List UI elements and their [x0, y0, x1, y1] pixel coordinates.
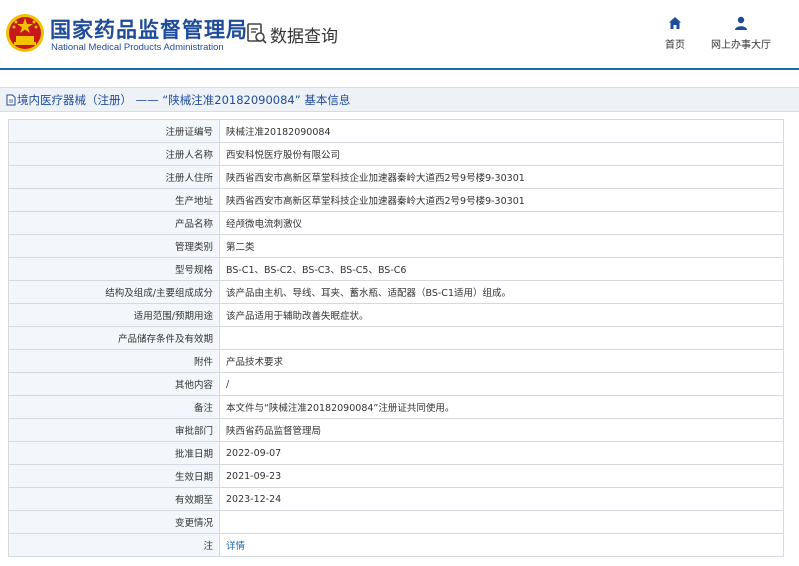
field-value: 该产品适用于辅助改善失眠症状。: [219, 303, 784, 327]
field-value: /: [219, 372, 784, 396]
section-title-bar: 境内医疗器械（注册） —— “陕械注准20182090084” 基本信息: [0, 87, 799, 112]
field-label: 型号规格: [8, 257, 220, 281]
field-value: 2022-09-07: [219, 441, 784, 465]
table-row: 审批部门 陕西省药品监督管理局: [8, 418, 784, 442]
table-row: 生效日期 2021-09-23: [8, 464, 784, 488]
table-row: 变更情况: [8, 510, 784, 534]
document-icon: [6, 94, 16, 106]
field-label: 审批部门: [8, 418, 220, 442]
table-row: 注册人名称 西安科悦医疗股份有限公司: [8, 142, 784, 166]
org-name-en: National Medical Products Administration: [51, 42, 224, 53]
field-label: 注册证编号: [8, 119, 220, 143]
nav-home[interactable]: 首页: [660, 16, 690, 51]
table-row: 注详情: [8, 533, 784, 557]
table-row: 产品储存条件及有效期: [8, 326, 784, 350]
nav-home-label: 首页: [665, 40, 685, 51]
table-row: 附件 产品技术要求: [8, 349, 784, 373]
registration-detail-table: 注册证编号 陕械注准20182090084 注册人名称 西安科悦医疗股份有限公司 注册人…: [8, 119, 784, 557]
field-value: 第二类: [219, 234, 784, 258]
table-row: 结构及组成/主要组成成分 该产品由主机、导线、耳夹、蓄水瓶、适配器（BS-C1适用…: [8, 280, 784, 304]
table-row: 有效期至 2023-12-24: [8, 487, 784, 511]
field-label: 适用范围/预期用途: [8, 303, 220, 327]
table-row: 注册人住所 陕西省西安市高新区草堂科技企业加速器秦岭大道西2号9号楼9-30301: [8, 165, 784, 189]
field-value-cell: 详情: [219, 533, 784, 557]
field-label: 批准日期: [8, 441, 220, 465]
field-label: 生产地址: [8, 188, 220, 212]
table-row: 备注 本文件与“陕械注准20182090084”注册证共同使用。: [8, 395, 784, 419]
table-row: 生产地址 陕西省西安市高新区草堂科技企业加速器秦岭大道西2号9号楼9-30301: [8, 188, 784, 212]
table-row: 适用范围/预期用途 该产品适用于辅助改善失眠症状。: [8, 303, 784, 327]
field-label: 注册人名称: [8, 142, 220, 166]
field-value: [219, 510, 784, 534]
field-value: 本文件与“陕械注准20182090084”注册证共同使用。: [219, 395, 784, 419]
national-emblem-logo: [6, 14, 44, 52]
field-label: 生效日期: [8, 464, 220, 488]
nav-online-hall[interactable]: 网上办事大厅: [708, 16, 774, 51]
field-label: 产品名称: [8, 211, 220, 235]
field-label: 管理类别: [8, 234, 220, 258]
field-label: 结构及组成/主要组成成分: [8, 280, 220, 304]
org-name-cn: 国家药品监督管理局: [50, 18, 248, 42]
field-label: 注: [8, 533, 220, 557]
field-value: 该产品由主机、导线、耳夹、蓄水瓶、适配器（BS-C1适用）组成。: [219, 280, 784, 304]
field-value: 陕西省西安市高新区草堂科技企业加速器秦岭大道西2号9号楼9-30301: [219, 165, 784, 189]
field-label: 产品储存条件及有效期: [8, 326, 220, 350]
field-value: 2023-12-24: [219, 487, 784, 511]
field-value: 陕西省药品监督管理局: [219, 418, 784, 442]
site-header: 国家药品监督管理局 National Medical Products Admi…: [0, 0, 799, 70]
section-title: 境内医疗器械（注册） —— “陕械注准20182090084” 基本信息: [17, 93, 351, 107]
home-icon: [669, 17, 681, 29]
table-row: 注册证编号 陕械注准20182090084: [8, 119, 784, 143]
table-row: 产品名称 经颅微电流刺激仪: [8, 211, 784, 235]
field-label: 其他内容: [8, 372, 220, 396]
field-value: [219, 326, 784, 350]
user-icon: [735, 16, 747, 30]
field-value: 产品技术要求: [219, 349, 784, 373]
field-value: BS-C1、BS-C2、BS-C3、BS-C5、BS-C6: [219, 257, 784, 281]
table-row: 其他内容 /: [8, 372, 784, 396]
field-value: 陕械注准20182090084: [219, 119, 784, 143]
field-value: 西安科悦医疗股份有限公司: [219, 142, 784, 166]
page-title: 数据查询: [270, 27, 338, 47]
field-label: 注册人住所: [8, 165, 220, 189]
table-row: 批准日期 2022-09-07: [8, 441, 784, 465]
field-label: 备注: [8, 395, 220, 419]
field-value: 经颅微电流刺激仪: [219, 211, 784, 235]
field-label: 附件: [8, 349, 220, 373]
field-label: 有效期至: [8, 487, 220, 511]
details-link[interactable]: 详情: [226, 541, 245, 552]
data-query-icon: [247, 23, 267, 44]
field-value: 陕西省西安市高新区草堂科技企业加速器秦岭大道西2号9号楼9-30301: [219, 188, 784, 212]
nav-online-hall-label: 网上办事大厅: [711, 40, 771, 51]
table-row: 型号规格 BS-C1、BS-C2、BS-C3、BS-C5、BS-C6: [8, 257, 784, 281]
field-value: 2021-09-23: [219, 464, 784, 488]
table-row: 管理类别 第二类: [8, 234, 784, 258]
field-label: 变更情况: [8, 510, 220, 534]
